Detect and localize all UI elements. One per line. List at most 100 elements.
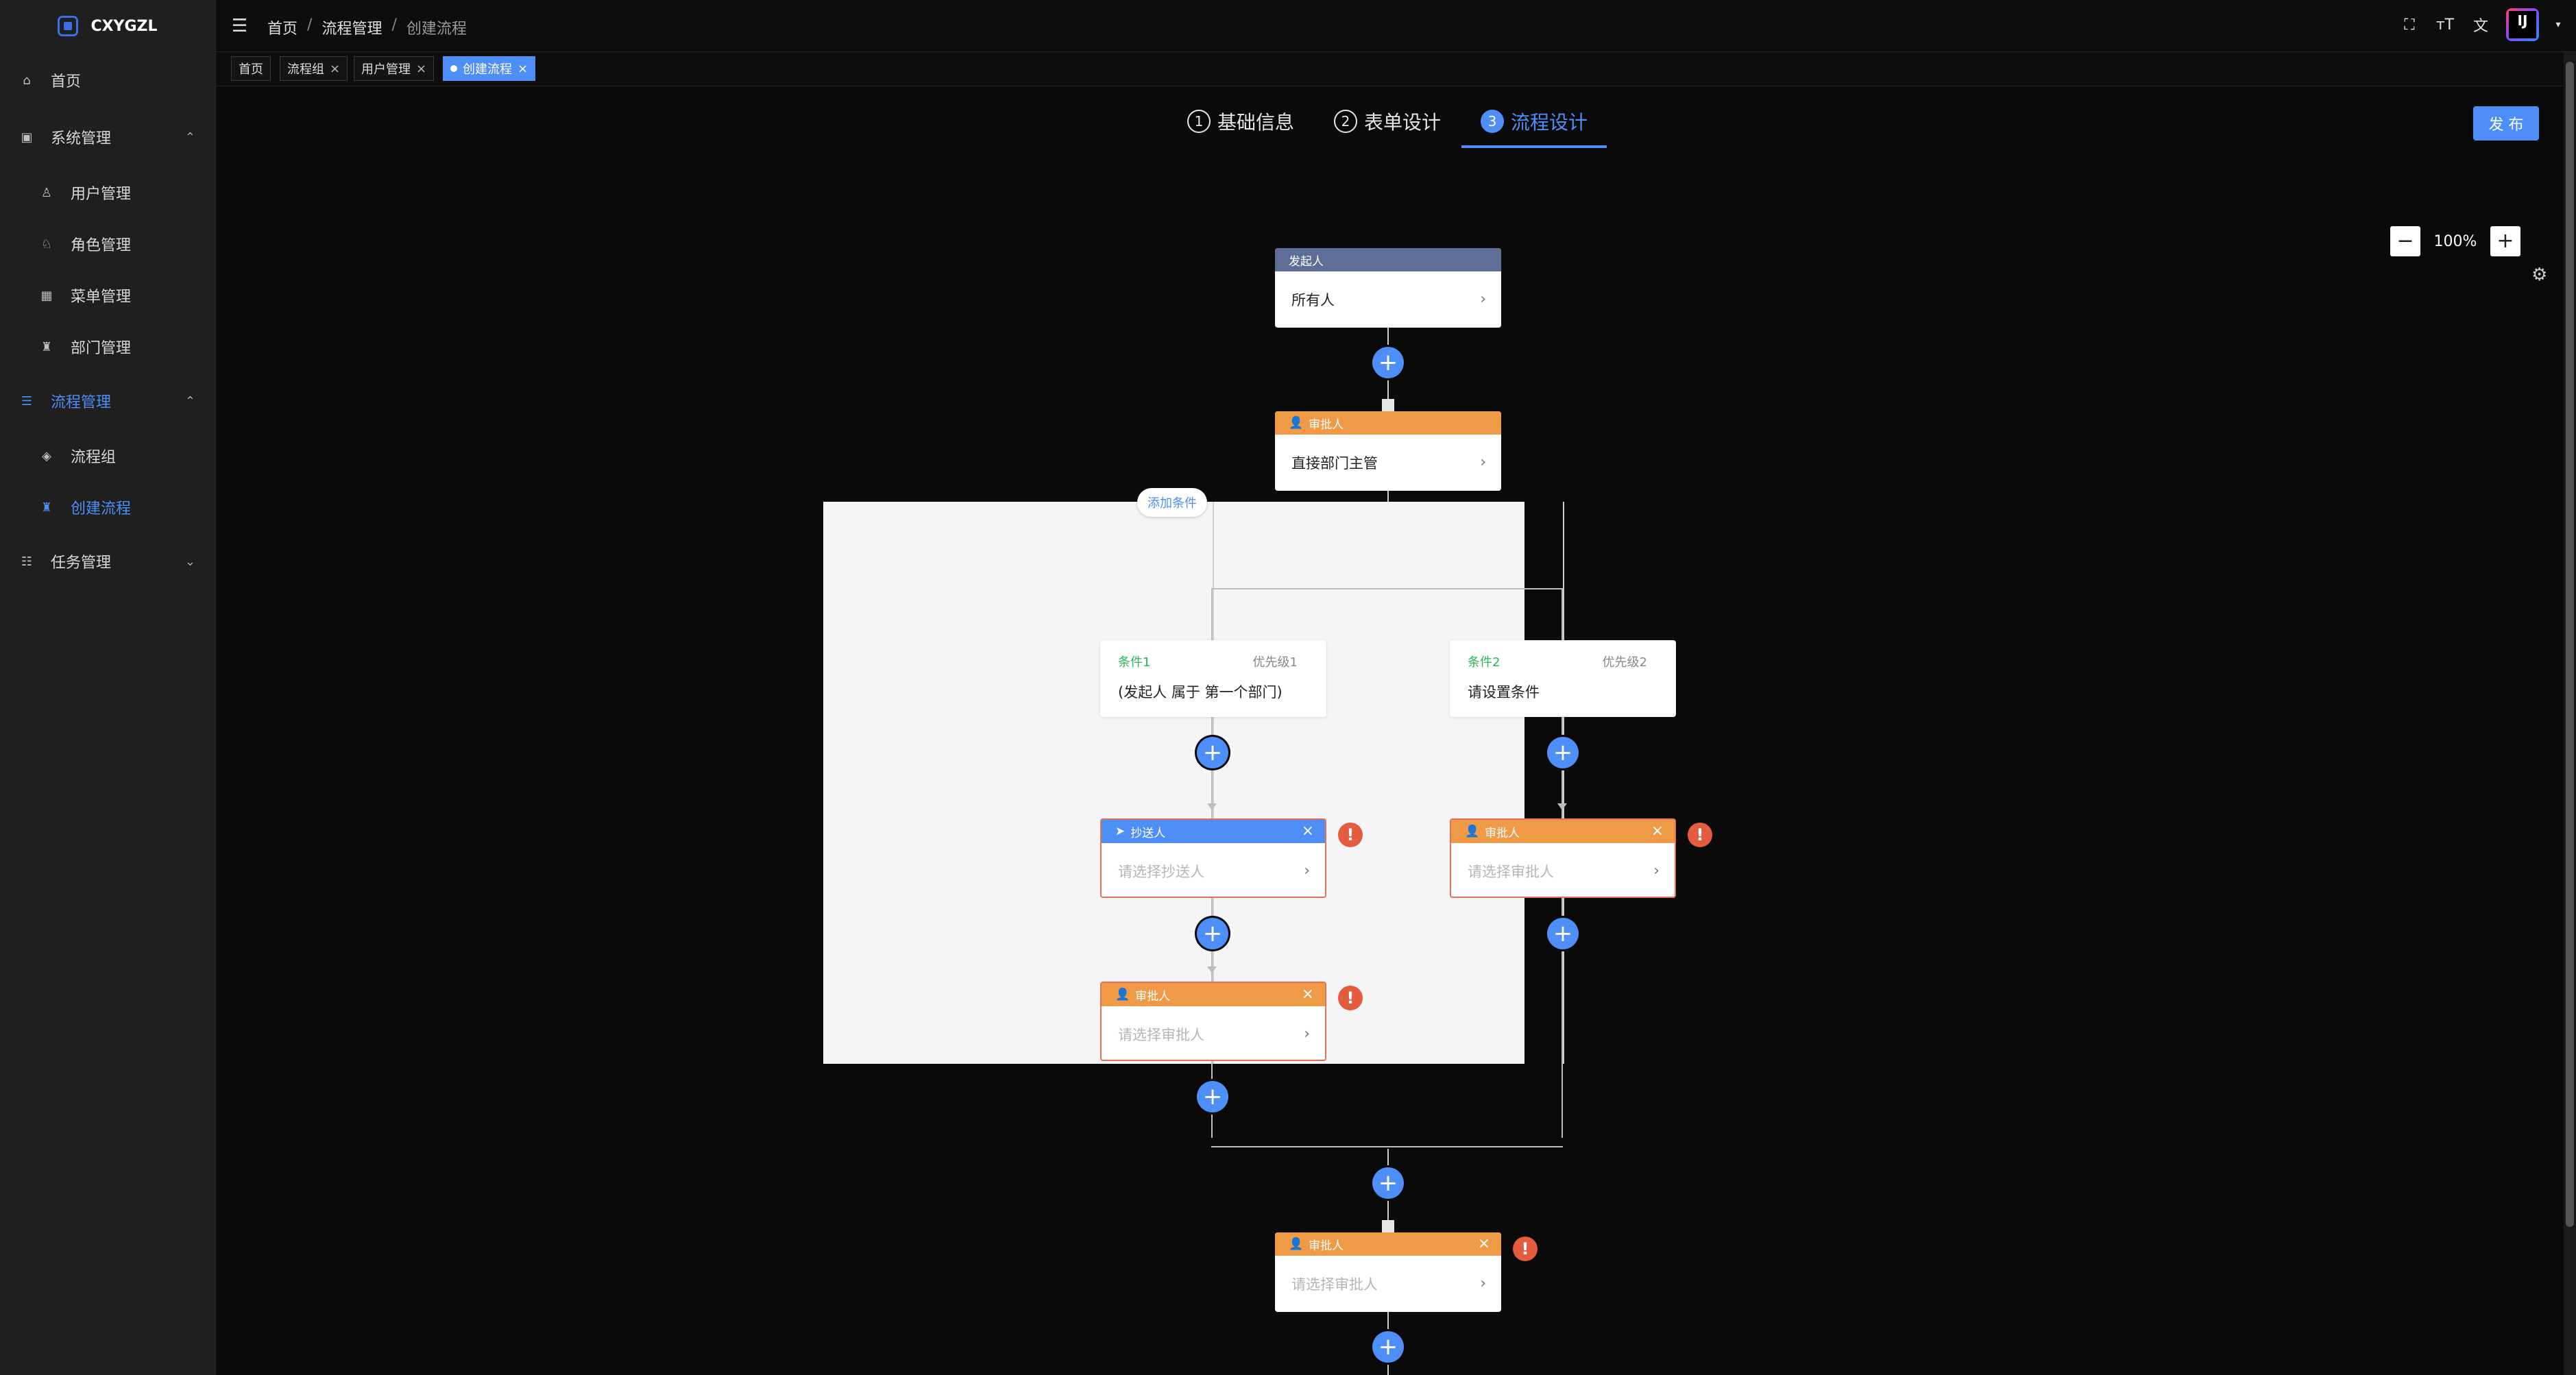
process-group-icon: ◈ (42, 448, 51, 463)
node-header: 👤 审批人 × (1451, 820, 1675, 843)
sidebar-item-label: 系统管理 (51, 130, 112, 147)
node-content: 所有人 (1291, 292, 1335, 308)
step-process-design[interactable]: 3 流程设计 (1481, 99, 1588, 144)
sidebar-item-home[interactable]: ⌂ 首页 (0, 56, 216, 104)
font-size-icon[interactable]: ᴛT (2435, 14, 2455, 35)
node-title: 审批人 (1309, 1239, 1344, 1253)
sidebar-item-menus[interactable]: ▦ 菜单管理 (0, 271, 216, 319)
error-icon: ! (1338, 986, 1363, 1010)
add-node-button[interactable]: + (1197, 918, 1228, 949)
close-icon[interactable]: × (330, 62, 340, 76)
approver-node[interactable]: 👤 审批人 × 请选择审批人 › (1100, 982, 1326, 1061)
node-header: 👤 审批人 × (1102, 983, 1325, 1006)
add-node-button[interactable]: + (1547, 918, 1579, 949)
zoom-control: − 100% + (2390, 226, 2520, 256)
step-label: 表单设计 (1364, 111, 1442, 134)
node-body: 请选择抄送人 › (1102, 843, 1325, 897)
sidebar-item-label: 菜单管理 (71, 289, 132, 306)
menu-toggle-icon[interactable]: ☰ (232, 16, 251, 36)
add-node-button[interactable]: + (1372, 1167, 1404, 1199)
chevron-up-icon: ⌃ (184, 393, 195, 409)
step-label: 基础信息 (1217, 111, 1295, 134)
publish-button[interactable]: 发 布 (2473, 106, 2539, 141)
node-body: 请选择审批人 › (1102, 1006, 1325, 1060)
node-placeholder: 请选择抄送人 (1118, 864, 1204, 880)
add-node-button[interactable]: + (1372, 1331, 1404, 1363)
condition-priority: 优先级2 (1602, 655, 1647, 670)
sidebar-item-users[interactable]: ♙ 用户管理 (0, 169, 216, 217)
breadcrumb-current: 创建流程 (406, 21, 467, 38)
node-body: 请选择审批人 › (1451, 843, 1675, 897)
approver-node[interactable]: 👤 审批人 × 请选择审批人 › (1275, 1232, 1501, 1312)
zoom-out-button[interactable]: − (2390, 226, 2420, 256)
user-icon: ♙ (40, 185, 53, 200)
step-form-design[interactable]: 2 表单设计 (1334, 99, 1441, 144)
sidebar-item-process[interactable]: ☰ 流程管理 ⌃ (0, 377, 216, 425)
tab-label: 用户管理 (361, 62, 411, 77)
close-icon[interactable]: × (416, 62, 426, 76)
sidebar-item-label: 流程管理 (51, 394, 112, 411)
condition-priority: 优先级1 (1252, 655, 1298, 670)
chevron-right-icon: › (1304, 1025, 1310, 1043)
scrollbar-thumb[interactable] (2566, 62, 2574, 1227)
node-content: 直接部门主管 (1291, 455, 1378, 472)
tab-home[interactable]: 首页 (231, 56, 271, 81)
avatar[interactable]: IJ (2506, 8, 2539, 41)
error-icon: ! (1338, 823, 1363, 847)
breadcrumb-separator: / (391, 16, 397, 34)
cc-node[interactable]: ➤ 抄送人 × 请选择抄送人 › (1100, 818, 1326, 898)
condition-node-1[interactable]: 条件1 优先级1 (发起人 属于 第一个部门) (1100, 640, 1326, 717)
tab-process-group[interactable]: 流程组 × (280, 56, 348, 81)
node-title: 审批人 (1485, 826, 1520, 840)
add-node-button[interactable]: + (1197, 1081, 1228, 1112)
sidebar-item-roles[interactable]: ♘ 角色管理 (0, 220, 216, 268)
add-node-button[interactable]: + (1372, 347, 1404, 378)
translate-icon[interactable]: 文 (2470, 14, 2491, 35)
caret-down-icon[interactable]: ▾ (2554, 14, 2562, 35)
sidebar: CXYGZL ⌂ 首页 ▣ 系统管理 ⌃ ♙ 用户管理 ♘ 角色管理 ▦ 菜单管… (0, 0, 216, 1375)
active-step-underline (1461, 145, 1607, 148)
close-icon[interactable]: × (1478, 1235, 1490, 1252)
user-icon: 👤 (1115, 988, 1130, 1001)
close-icon[interactable]: × (1302, 823, 1314, 840)
close-icon[interactable]: × (1651, 823, 1664, 840)
home-icon: ⌂ (23, 73, 31, 88)
step-basic-info[interactable]: 1 基础信息 (1187, 99, 1294, 144)
sidebar-item-system[interactable]: ▣ 系统管理 ⌃ (0, 113, 216, 161)
arrow-down-icon (1207, 966, 1217, 973)
logo[interactable]: CXYGZL (0, 0, 215, 52)
fullscreen-icon[interactable]: ⛶ (2399, 14, 2420, 35)
approver-node[interactable]: 👤 审批人 × 请选择审批人 › (1450, 818, 1676, 898)
node-body: 请选择审批人 › (1275, 1256, 1501, 1312)
add-node-button[interactable]: + (1547, 737, 1579, 768)
add-condition-button[interactable]: 添加条件 (1137, 488, 1207, 517)
zoom-in-button[interactable]: + (2490, 226, 2520, 256)
breadcrumb-home[interactable]: 首页 (267, 16, 297, 38)
breadcrumb-process[interactable]: 流程管理 (321, 16, 382, 38)
tab-users[interactable]: 用户管理 × (354, 56, 435, 81)
add-node-button[interactable]: + (1197, 737, 1228, 768)
top-header: ☰ 首页 / 流程管理 / 创建流程 ⛶ ᴛT 文 IJ ▾ (216, 0, 2576, 52)
zoom-value: 100% (2433, 232, 2477, 250)
close-icon[interactable]: × (518, 62, 528, 76)
condition-node-2[interactable]: 条件2 优先级2 请设置条件 (1450, 640, 1676, 717)
node-placeholder: 请选择审批人 (1468, 864, 1554, 880)
connector-line (1387, 489, 1389, 503)
tab-label: 流程组 (287, 62, 324, 77)
sidebar-item-tasks[interactable]: ☷ 任务管理 ⌄ (0, 537, 216, 585)
node-body: 直接部门主管 › (1275, 435, 1501, 491)
close-icon[interactable]: × (1302, 986, 1314, 1003)
sidebar-item-departments[interactable]: ♜ 部门管理 (0, 323, 216, 371)
gear-icon[interactable]: ⚙ (2531, 265, 2552, 285)
start-node[interactable]: 发起人 所有人 › (1275, 248, 1501, 328)
chevron-right-icon: › (1480, 454, 1486, 471)
tab-create-process[interactable]: 创建流程 × (443, 56, 536, 81)
branch-bottom-line (1211, 1146, 1563, 1147)
user-icon: 👤 (1465, 825, 1480, 838)
approver-node[interactable]: 👤 审批人 直接部门主管 › (1275, 411, 1501, 491)
scrollbar[interactable] (2564, 52, 2576, 1375)
sidebar-item-label: 任务管理 (51, 555, 112, 572)
sidebar-item-create-process[interactable]: ♜ 创建流程 (0, 483, 216, 531)
arrow-down-icon (1557, 803, 1567, 810)
sidebar-item-process-group[interactable]: ◈ 流程组 (0, 432, 216, 480)
